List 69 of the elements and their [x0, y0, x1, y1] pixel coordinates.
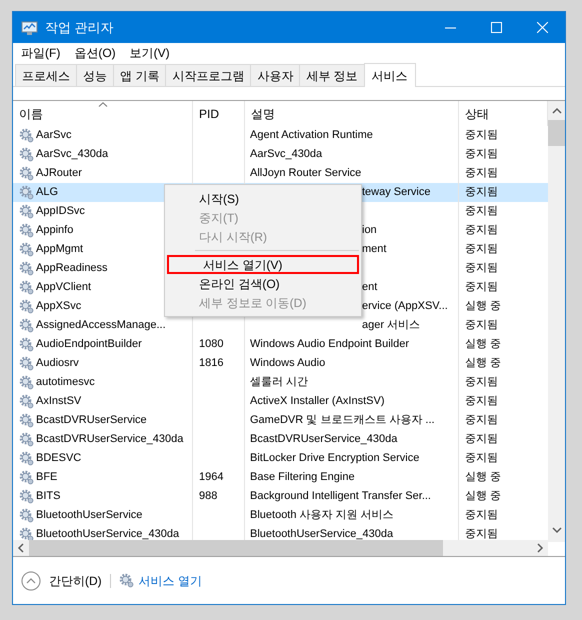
description-cell-text: ion — [362, 223, 377, 238]
status-cell-text: 중지됨 — [465, 508, 498, 524]
service-name: AarSvc_430da — [36, 147, 108, 162]
description-cell-text: ervice (AppXSV... — [362, 299, 448, 314]
service-name: BluetoothUserService — [36, 508, 142, 524]
service-name: AppIDSvc — [36, 204, 85, 220]
service-name: AssignedAccessManage... — [36, 318, 166, 334]
service-name: AxInstSV — [36, 394, 82, 410]
service-name: ALG — [36, 185, 58, 200]
status-cell-text: 중지됨 — [465, 185, 498, 200]
status-cell-text: 중지됨 — [465, 242, 498, 258]
status-cell-text: 중지됨 — [465, 413, 498, 428]
status-cell-text: 중지됨 — [465, 432, 498, 448]
status-cell-text: 실행 중 — [465, 299, 502, 314]
service-name: BcastDVRUserService — [36, 413, 147, 428]
status-cell-text: 중지됨 — [465, 204, 498, 220]
description-cell-text: Bluetooth 사용자 지원 서비스 — [250, 508, 394, 524]
service-name: BITS — [36, 489, 60, 504]
description-cell-text: ent — [362, 280, 378, 296]
status-cell-text: 중지됨 — [465, 451, 498, 466]
description-cell-text: ment — [362, 242, 386, 258]
pid-cell-text: 1816 — [199, 356, 224, 372]
service-name: autotimesvc — [36, 375, 95, 390]
pid-cell-text: 988 — [199, 489, 218, 504]
service-name: Appinfo — [36, 223, 74, 238]
status-cell-text: 중지됨 — [465, 261, 498, 276]
window-title: 작업 관리자 — [45, 18, 114, 37]
service-name: AppXSvc — [36, 299, 82, 314]
description-cell-text: ager 서비스 — [362, 318, 420, 334]
status-cell-text: 중지됨 — [465, 375, 498, 390]
description-cell-text: Base Filtering Engine — [250, 470, 355, 486]
service-name: AudioEndpointBuilder — [36, 337, 142, 352]
description-cell-text: Background Intelligent Transfer Ser... — [250, 489, 431, 504]
status-cell-text: 중지됨 — [465, 280, 498, 296]
description-cell-text: GameDVR 및 브로드캐스트 사용자 ... — [250, 413, 435, 428]
service-name: BFE — [36, 470, 58, 486]
service-name: AppReadiness — [36, 261, 108, 276]
description-cell-text: BcastDVRUserService_430da — [250, 432, 398, 448]
description-cell-text: teway Service — [362, 185, 430, 200]
service-name: BDESVC — [36, 451, 82, 466]
description-cell-text: BitLocker Drive Encryption Service — [250, 451, 420, 466]
service-name: AppVClient — [36, 280, 92, 296]
status-cell-text: 중지됨 — [465, 394, 498, 410]
service-name: BcastDVRUserService_430da — [36, 432, 184, 448]
status-cell-text: 중지됨 — [465, 147, 498, 162]
description-cell-text: BluetoothUserService_430da — [250, 527, 394, 540]
pid-cell-text: 1080 — [199, 337, 224, 352]
description-cell-text: AarSvc_430da — [250, 147, 322, 162]
service-name: AJRouter — [36, 166, 82, 182]
status-cell-text: 중지됨 — [465, 166, 498, 182]
status-cell-text: 중지됨 — [465, 318, 498, 334]
status-cell-text: 실행 중 — [465, 470, 502, 486]
description-cell-text: AllJoyn Router Service — [250, 166, 362, 182]
service-name: AppMgmt — [36, 242, 84, 258]
description-cell-text: Windows Audio — [250, 356, 326, 372]
pid-cell-text: 1964 — [199, 470, 224, 486]
status-cell-text: 실행 중 — [465, 356, 502, 372]
description-cell-text: Windows Audio Endpoint Builder — [250, 337, 409, 352]
status-cell-text: 실행 중 — [465, 489, 502, 504]
description-cell-text: ActiveX Installer (AxInstSV) — [250, 394, 384, 410]
description-cell-text: 셀룰러 시간 — [250, 375, 308, 390]
status-cell-text: 중지됨 — [465, 527, 498, 540]
status-cell-text: 중지됨 — [465, 128, 498, 144]
service-name: BluetoothUserService_430da — [36, 527, 180, 540]
description-cell-text: Agent Activation Runtime — [250, 128, 373, 144]
service-name: Audiosrv — [36, 356, 79, 372]
service-name: AarSvc — [36, 128, 72, 144]
status-cell-text: 중지됨 — [465, 223, 498, 238]
status-cell-text: 실행 중 — [465, 337, 502, 352]
